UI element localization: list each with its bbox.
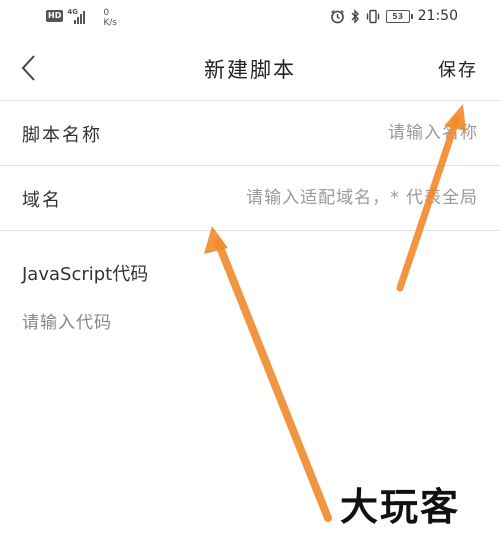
vibrate-icon [366, 9, 380, 24]
page-title: 新建脚本 [204, 58, 296, 82]
alarm-icon [330, 9, 345, 24]
clock: 21:50 [417, 8, 458, 24]
app-header: 新建脚本 保存 [0, 34, 500, 101]
watermark-logo: 大玩客 [340, 484, 461, 529]
script-name-label: 脚本名称 [22, 125, 102, 146]
code-input[interactable] [20, 306, 484, 430]
network-speed: 0 K/s [103, 8, 117, 28]
hd-badge: HD [46, 10, 64, 22]
bluetooth-icon [351, 8, 360, 24]
script-name-row: 脚本名称 [0, 101, 500, 166]
domain-label: 域名 [22, 190, 62, 211]
status-left-group: HD 4G 0 K/s [46, 8, 117, 28]
network-speed-unit: K/s [103, 18, 117, 28]
status-bar: HD 4G 0 K/s 53 21:50 [0, 0, 500, 34]
code-label: JavaScript代码 [22, 264, 149, 285]
signal-block: 4G [67, 8, 97, 26]
script-name-input[interactable] [236, 115, 480, 151]
battery-icon: 53 [385, 9, 413, 23]
signal-bars-icon [74, 10, 86, 24]
network-speed-value: 0 [103, 8, 110, 18]
domain-input[interactable] [146, 180, 480, 216]
status-right-group: 53 21:50 [330, 8, 458, 24]
domain-row: 域名 [0, 166, 500, 231]
save-button[interactable]: 保存 [438, 56, 478, 82]
